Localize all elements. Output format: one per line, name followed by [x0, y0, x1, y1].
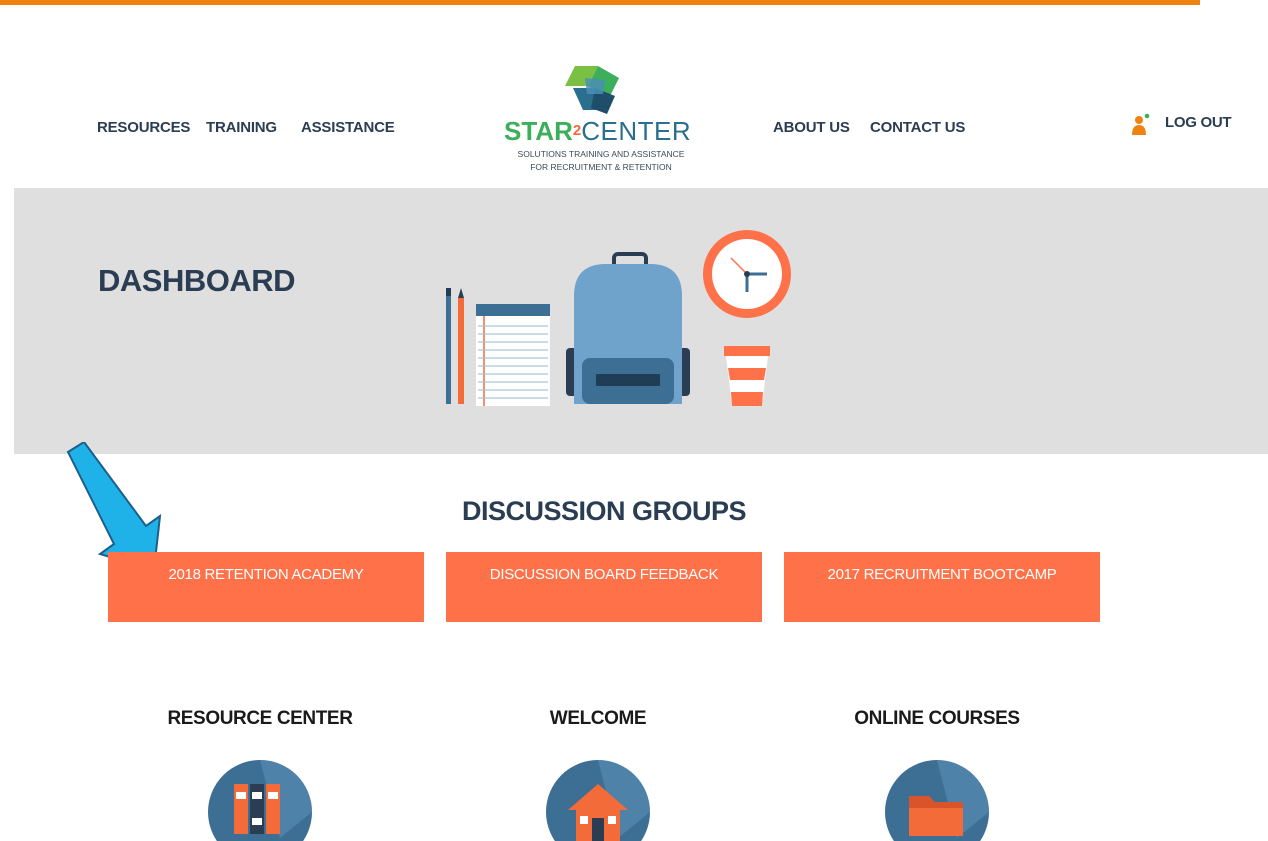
online-courses-link[interactable]	[885, 760, 989, 841]
discussion-board-feedback-button[interactable]: DISCUSSION BOARD FEEDBACK	[446, 552, 762, 622]
retention-academy-button[interactable]: 2018 RETENTION ACADEMY	[108, 552, 424, 622]
logo-tagline-line-2: FOR RECRUITMENT & RETENTION	[530, 162, 672, 172]
nav-training[interactable]: TRAINING	[206, 119, 277, 136]
nav-about-us[interactable]: ABOUT US	[773, 119, 850, 136]
recruitment-bootcamp-button[interactable]: 2017 RECRUITMENT BOOTCAMP	[784, 552, 1100, 622]
user-icon	[1132, 113, 1150, 135]
books-icon	[208, 760, 312, 841]
logo-tagline-line-1: SOLUTIONS TRAINING AND ASSISTANCE	[517, 149, 685, 159]
logo-mark-icon	[565, 66, 619, 114]
folder-icon	[885, 760, 989, 841]
welcome-link[interactable]	[546, 760, 650, 841]
logo-center-text: CENTER	[581, 116, 692, 146]
logo-star-text: STAR	[504, 116, 573, 146]
logo-wordmark: STAR2CENTER	[504, 118, 691, 144]
online-courses-title: ONLINE COURSES	[854, 708, 1020, 729]
nav-contact-us[interactable]: CONTACT US	[870, 119, 965, 136]
site-logo[interactable]: STAR2CENTER SOLUTIONS TRAINING AND ASSIS…	[495, 58, 715, 178]
house-icon	[546, 760, 650, 841]
dashboard-banner: DASHBOARD	[14, 188, 1268, 454]
school-supplies-illustration	[446, 230, 791, 406]
nav-resources[interactable]: RESOURCES	[97, 119, 190, 136]
logout-label: LOG OUT	[1165, 114, 1232, 131]
page-title: DASHBOARD	[98, 263, 296, 298]
logo-superscript: 2	[572, 122, 582, 139]
nav-assistance[interactable]: ASSISTANCE	[301, 119, 395, 136]
discussion-groups-title: DISCUSSION GROUPS	[461, 496, 747, 526]
top-accent-bar	[0, 0, 1200, 5]
welcome-title: WELCOME	[549, 708, 647, 729]
resource-center-link[interactable]	[208, 760, 312, 841]
resource-center-title: RESOURCE CENTER	[167, 708, 353, 729]
